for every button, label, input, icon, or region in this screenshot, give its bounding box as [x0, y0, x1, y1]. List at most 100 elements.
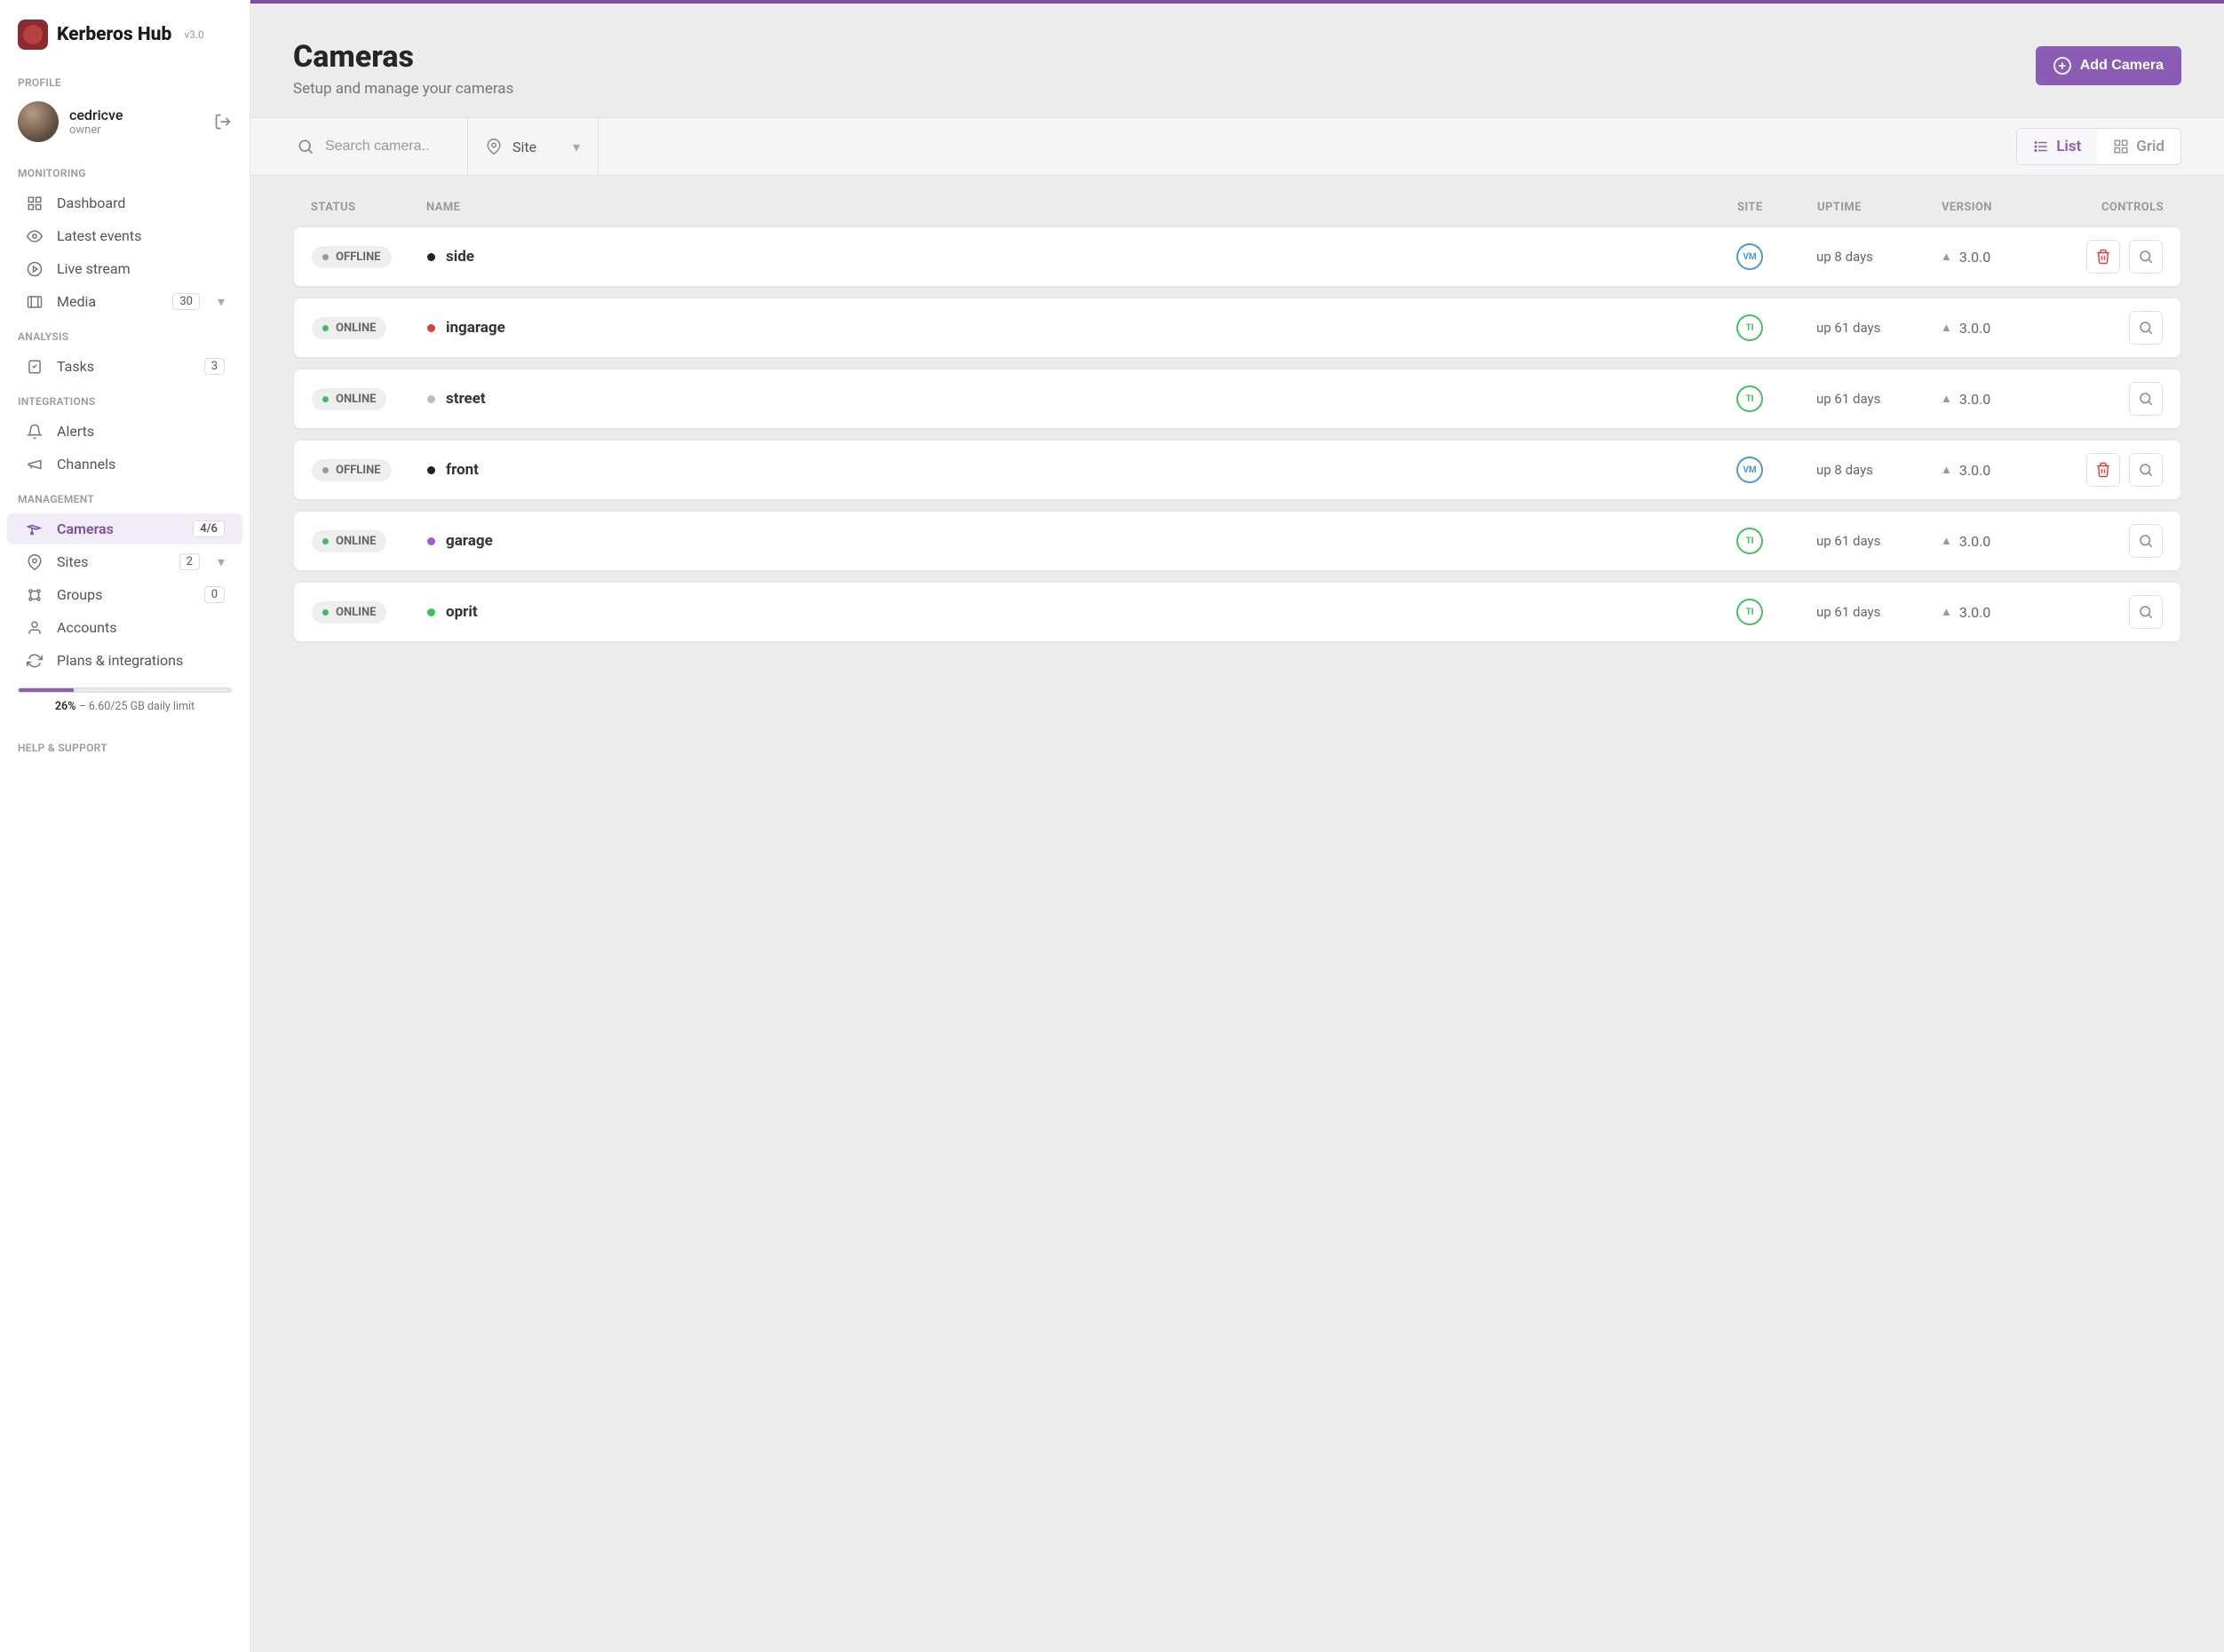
site-chip[interactable]: TI [1736, 599, 1763, 625]
online-dot-icon [322, 396, 329, 402]
profile-row[interactable]: cedricve owner [0, 96, 250, 155]
site-chip[interactable]: VM [1736, 243, 1763, 270]
sidebar-item-plans[interactable]: Plans & integrations [7, 645, 242, 676]
usage-meter: 26% – 6.60/25 GB daily limit [0, 677, 250, 719]
play-icon [25, 261, 44, 277]
delete-button[interactable] [2086, 453, 2120, 487]
trash-icon [2095, 462, 2111, 478]
page-title: Cameras [293, 39, 2018, 75]
inspect-button[interactable] [2129, 311, 2163, 345]
online-dot-icon [322, 325, 329, 331]
plus-icon: + [2053, 57, 2071, 75]
sidebar-item-label: Live stream [57, 260, 225, 277]
version-value: 3.0.0 [1959, 320, 1990, 337]
view-grid-button[interactable]: Grid [2097, 129, 2180, 164]
uptime-value: up 61 days [1816, 391, 1941, 407]
camera-name: front [446, 461, 479, 479]
stack-icon: ▲ [1941, 321, 1952, 335]
view-list-button[interactable]: List [2017, 129, 2097, 164]
site-filter[interactable]: Site ▾ [468, 118, 599, 175]
profile-role: owner [69, 123, 203, 137]
sidebar-item-latest-events[interactable]: Latest events [7, 220, 242, 251]
logout-icon[interactable] [214, 113, 232, 131]
main: Cameras Setup and manage your cameras + … [250, 0, 2224, 1652]
chevron-down-icon[interactable]: ▾ [218, 553, 225, 570]
sidebar-item-groups[interactable]: Groups 0 [7, 579, 242, 610]
camera-color-dot-icon [427, 537, 435, 545]
avatar[interactable] [18, 101, 59, 142]
table-row[interactable]: ONLINEgarageTIup 61 days▲3.0.0 [293, 511, 2181, 571]
camera-color-dot-icon [427, 608, 435, 616]
sidebar-item-sites[interactable]: Sites 2 ▾ [7, 546, 242, 577]
th-uptime: UPTIME [1817, 201, 1942, 214]
inspect-button[interactable] [2129, 524, 2163, 558]
table-row[interactable]: OFFLINEfrontVMup 8 days▲3.0.0 [293, 440, 2181, 500]
profile-name: cedricve [69, 107, 203, 123]
uptime-value: up 8 days [1816, 462, 1941, 478]
inspect-button[interactable] [2129, 595, 2163, 629]
search-input[interactable] [325, 139, 449, 155]
uptime-value: up 61 days [1816, 320, 1941, 336]
cameras-badge: 4/6 [193, 520, 225, 537]
camera-name: ingarage [446, 319, 505, 337]
table-row[interactable]: ONLINE ingarage TI up 61 days▲ 3.0.0 [293, 298, 2181, 358]
version-value: 3.0.0 [1959, 462, 1990, 479]
pin-icon [486, 139, 502, 155]
groups-icon [25, 587, 44, 603]
app-title: Kerberos Hub [57, 24, 171, 45]
view-toggle: List Grid [2016, 128, 2181, 165]
sidebar-item-accounts[interactable]: Accounts [7, 612, 242, 643]
section-integrations: INTEGRATIONS [0, 383, 250, 415]
status-text: OFFLINE [336, 464, 381, 477]
trash-icon [2095, 249, 2111, 265]
megaphone-icon [25, 457, 44, 473]
media-badge: 30 [172, 293, 200, 310]
sidebar-item-tasks[interactable]: Tasks 3 [7, 351, 242, 382]
status-badge: ONLINE [312, 388, 386, 410]
add-camera-button[interactable]: + Add Camera [2036, 46, 2181, 85]
sidebar-item-live-stream[interactable]: Live stream [7, 253, 242, 284]
site-chip[interactable]: TI [1736, 528, 1763, 554]
offline-dot-icon [322, 254, 329, 260]
inspect-button[interactable] [2129, 453, 2163, 487]
table-row[interactable]: OFFLINEsideVMup 8 days▲3.0.0 [293, 226, 2181, 287]
sidebar-item-label: Latest events [57, 227, 225, 244]
section-help: HELP & SUPPORT [0, 729, 250, 761]
view-grid-label: Grid [2136, 138, 2164, 155]
sidebar-item-label: Plans & integrations [57, 652, 225, 669]
status-badge: OFFLINE [312, 459, 392, 481]
status-text: ONLINE [336, 322, 376, 335]
delete-button[interactable] [2086, 240, 2120, 274]
site-chip[interactable]: TI [1736, 314, 1763, 341]
sidebar-item-cameras[interactable]: Cameras 4/6 [7, 513, 242, 544]
app-version: v3.0 [184, 28, 203, 41]
logo-mark-icon [18, 20, 48, 50]
inspect-button[interactable] [2129, 382, 2163, 416]
search-cell[interactable] [293, 118, 468, 175]
table-row[interactable]: ONLINEstreetTIup 61 days▲3.0.0 [293, 369, 2181, 429]
pin-icon [25, 554, 44, 570]
search-icon [2138, 249, 2154, 265]
table-row[interactable]: ONLINEopritTIup 61 days▲3.0.0 [293, 582, 2181, 642]
section-analysis: ANALYSIS [0, 318, 250, 350]
chevron-down-icon[interactable]: ▾ [218, 293, 225, 310]
usage-bar [18, 687, 232, 693]
sidebar-item-alerts[interactable]: Alerts [7, 416, 242, 447]
logo[interactable]: Kerberos Hub v3.0 [0, 0, 250, 64]
camera-table: STATUS NAME SITE UPTIME VERSION CONTROLS… [250, 176, 2224, 688]
sidebar-item-dashboard[interactable]: Dashboard [7, 187, 242, 218]
sidebar-item-label: Sites [57, 553, 167, 570]
inspect-button[interactable] [2129, 240, 2163, 274]
camera-icon [25, 521, 44, 537]
site-chip[interactable]: TI [1736, 385, 1763, 412]
filter-bar: Site ▾ List Grid [250, 117, 2224, 176]
site-chip[interactable]: VM [1736, 457, 1763, 483]
bell-icon [25, 424, 44, 440]
camera-color-dot-icon [427, 395, 435, 403]
camera-name: street [446, 390, 486, 408]
camera-color-dot-icon [427, 466, 435, 474]
camera-name: side [446, 248, 474, 266]
camera-color-dot-icon [427, 324, 435, 332]
sidebar-item-media[interactable]: Media 30 ▾ [7, 286, 242, 317]
sidebar-item-channels[interactable]: Channels [7, 449, 242, 480]
